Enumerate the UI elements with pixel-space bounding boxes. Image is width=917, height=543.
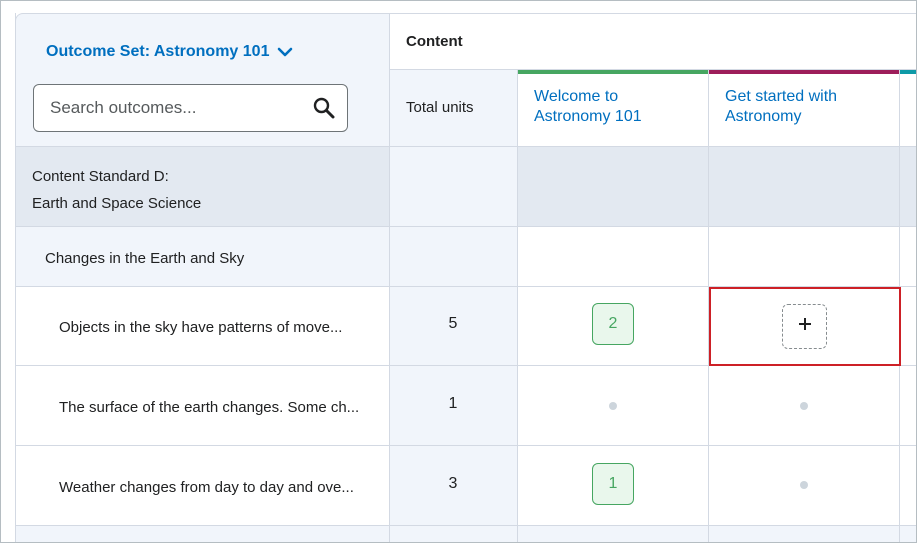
outcomes-alignment-frame: Outcome Set: Astronomy 101 Content Total…: [0, 0, 917, 543]
outcomes-header: Outcome Set: Astronomy 101: [15, 13, 389, 146]
outcome-set-selector[interactable]: Outcome Set: Astronomy 101: [46, 43, 293, 61]
column-divider: [517, 70, 518, 542]
column-title-line: Astronomy: [725, 108, 802, 125]
column-title-line: Welcome to: [534, 88, 619, 105]
alignment-count-badge[interactable]: 1: [592, 463, 634, 505]
outcome-row-label[interactable]: The surface of the earth changes. Some c…: [59, 399, 359, 416]
total-units-header: Total units: [406, 99, 474, 116]
column-1-accent: [518, 70, 708, 74]
column-3-accent: [900, 70, 916, 74]
standard-subtitle: Earth and Space Science: [32, 195, 202, 212]
column-link-welcome[interactable]: Welcome to Astronomy 101: [534, 87, 642, 127]
standard-row-label: Content Standard D: Earth and Space Scie…: [32, 163, 201, 217]
group-row-label: Changes in the Earth and Sky: [45, 250, 245, 267]
plus-icon: [798, 317, 812, 336]
chevron-down-icon: [277, 47, 293, 57]
content-header: Content: [389, 13, 916, 70]
empty-cell-dot: [800, 481, 808, 489]
content-title: Content: [406, 33, 463, 50]
search-field[interactable]: [33, 84, 348, 132]
column-title-line: Get started with: [725, 88, 838, 105]
left-border: [15, 13, 16, 542]
column-title-line: Astronomy 101: [534, 108, 642, 125]
column-link-get-started[interactable]: Get started with Astronomy: [725, 87, 837, 127]
search-icon[interactable]: [313, 97, 335, 124]
outcome-row-label[interactable]: Objects in the sky have patterns of move…: [59, 319, 342, 336]
total-units-value: 5: [448, 315, 458, 332]
row-divider: [15, 525, 916, 526]
row-divider: [15, 146, 916, 147]
alignment-count-badge[interactable]: 2: [592, 303, 634, 345]
outcome-row-label[interactable]: Weather changes from day to day and ove.…: [59, 479, 354, 496]
alignment-grid: Outcome Set: Astronomy 101 Content Total…: [15, 13, 916, 542]
next-row-bg: [15, 525, 916, 542]
add-alignment-button[interactable]: [782, 304, 827, 349]
search-input[interactable]: [50, 98, 310, 118]
total-units-column-bg: [389, 70, 517, 542]
total-units-value: 3: [448, 475, 458, 492]
outcome-set-label: Outcome Set: Astronomy 101: [46, 43, 270, 60]
empty-cell-dot: [609, 402, 617, 410]
total-units-value: 1: [448, 395, 458, 412]
column-2-accent: [709, 70, 899, 74]
row-divider: [389, 69, 916, 70]
row-divider: [15, 445, 916, 446]
column-divider: [389, 13, 390, 542]
standard-title: Content Standard D:: [32, 168, 169, 185]
row-divider: [15, 226, 916, 227]
empty-cell-dot: [800, 402, 808, 410]
